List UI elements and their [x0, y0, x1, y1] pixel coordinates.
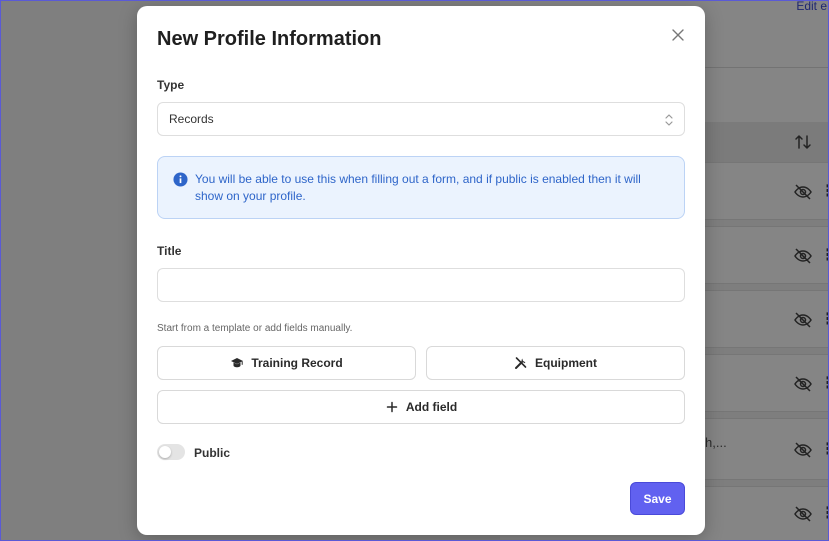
new-profile-information-dialog: New Profile Information Type Records You…: [137, 6, 705, 535]
type-label: Type: [157, 78, 185, 92]
graduation-cap-icon: [230, 356, 244, 370]
type-select-value: Records: [169, 112, 214, 126]
public-toggle[interactable]: [157, 444, 185, 460]
public-toggle-knob: [159, 446, 171, 458]
title-input[interactable]: [157, 268, 685, 302]
tools-icon: [514, 356, 528, 370]
training-record-template-button[interactable]: Training Record: [157, 346, 416, 380]
add-field-button[interactable]: Add field: [157, 390, 685, 424]
add-field-label: Add field: [405, 400, 458, 414]
chevron-up-down-icon: [665, 114, 673, 126]
dialog-title: New Profile Information: [157, 28, 382, 50]
equipment-template-button[interactable]: Equipment: [426, 346, 685, 380]
training-record-label: Training Record: [251, 356, 343, 370]
close-button[interactable]: [667, 24, 689, 46]
plus-icon: [385, 400, 399, 414]
close-icon: [672, 29, 684, 41]
info-text: You will be able to use this when fillin…: [195, 172, 641, 203]
equipment-label: Equipment: [535, 356, 597, 370]
type-select[interactable]: Records: [157, 102, 685, 136]
info-icon: [173, 172, 188, 187]
save-button[interactable]: Save: [630, 482, 685, 515]
title-label: Title: [157, 244, 182, 258]
info-callout: You will be able to use this when fillin…: [157, 156, 685, 219]
public-label: Public: [194, 446, 231, 460]
template-hint: Start from a template or add fields manu…: [157, 323, 353, 334]
